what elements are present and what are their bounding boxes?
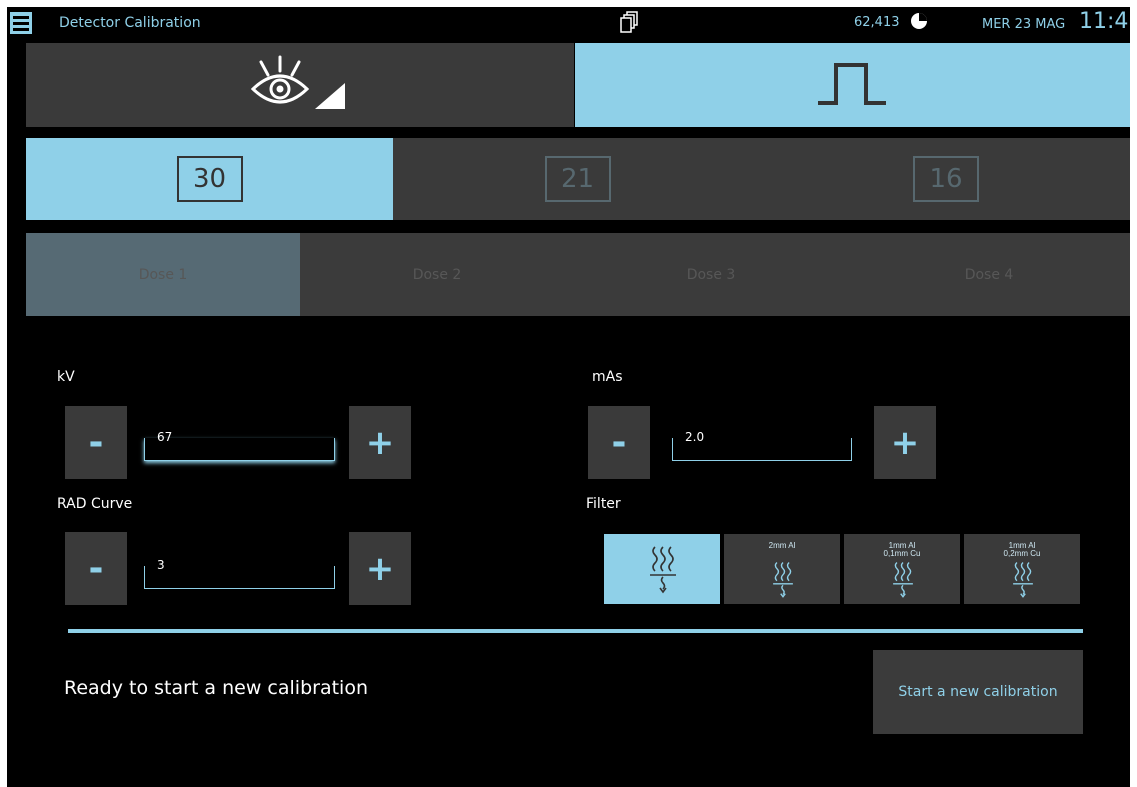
mas-value: 2.0 <box>685 430 705 444</box>
size-tab-21[interactable]: 21 <box>393 138 762 220</box>
filter-text: 1mm Al 0,2mm Cu <box>1003 541 1041 558</box>
filter-option-none[interactable] <box>604 534 720 604</box>
rad-curve-increase-button[interactable]: + <box>349 532 411 605</box>
size-label: 21 <box>544 156 611 202</box>
dose-tab-3[interactable]: Dose 3 <box>574 233 848 316</box>
pie-chart-icon <box>909 11 929 35</box>
filter-wave-icon <box>773 562 793 598</box>
copy-pages-icon[interactable] <box>619 11 639 39</box>
size-tab-16[interactable]: 16 <box>762 138 1130 220</box>
size-label: 16 <box>913 156 979 202</box>
eye-exposure-icon <box>250 55 345 109</box>
rad-curve-input[interactable]: 3 <box>144 558 335 589</box>
mas-input[interactable]: 2.0 <box>672 430 852 461</box>
date-display: MER 23 MAG <box>982 17 1066 32</box>
tab-pulse-mode[interactable] <box>575 43 1130 127</box>
app-window: Detector Calibration 62,413 MER 23 MAG 1… <box>7 7 1130 787</box>
filter-label: Filter <box>586 496 621 512</box>
size-tab-30[interactable]: 30 <box>26 138 393 220</box>
window-title: Detector Calibration <box>59 15 201 31</box>
dose-tab-1[interactable]: Dose 1 <box>26 233 300 316</box>
pulse-icon <box>817 63 886 105</box>
kv-input[interactable]: 67 <box>144 430 335 461</box>
filter-option-2mm-al[interactable]: 2mm Al <box>724 534 840 604</box>
mas-decrease-button[interactable]: - <box>588 406 650 479</box>
kv-label: kV <box>57 369 75 385</box>
tab-exposure-mode[interactable] <box>26 43 574 127</box>
kv-increase-button[interactable]: + <box>349 406 411 479</box>
filter-text: 2mm Al <box>768 541 796 550</box>
dose-tab-2[interactable]: Dose 2 <box>300 233 574 316</box>
menu-icon[interactable] <box>10 12 32 34</box>
start-calibration-button[interactable]: Start a new calibration <box>873 650 1083 734</box>
mas-label: mAs <box>592 369 623 385</box>
filter-option-1mm-al-0-1mm-cu[interactable]: 1mm Al 0,1mm Cu <box>844 534 960 604</box>
filter-wave-icon <box>650 546 676 594</box>
rad-curve-decrease-button[interactable]: - <box>65 532 127 605</box>
kv-value: 67 <box>157 430 173 444</box>
dose-tab-4[interactable]: Dose 4 <box>848 233 1130 316</box>
filter-text: 1mm Al 0,1mm Cu <box>883 541 921 558</box>
status-text: Ready to start a new calibration <box>64 677 368 699</box>
filter-option-1mm-al-0-2mm-cu[interactable]: 1mm Al 0,2mm Cu <box>964 534 1080 604</box>
size-label: 30 <box>176 156 243 202</box>
rad-curve-value: 3 <box>157 558 165 572</box>
kv-decrease-button[interactable]: - <box>65 406 127 479</box>
filter-wave-icon <box>1013 562 1033 598</box>
filter-wave-icon <box>893 562 913 598</box>
rad-curve-label: RAD Curve <box>57 496 133 512</box>
divider <box>68 629 1083 633</box>
mas-increase-button[interactable]: + <box>874 406 936 479</box>
image-counter: 62,413 <box>854 15 900 30</box>
time-display: 11:41 <box>1079 9 1130 34</box>
